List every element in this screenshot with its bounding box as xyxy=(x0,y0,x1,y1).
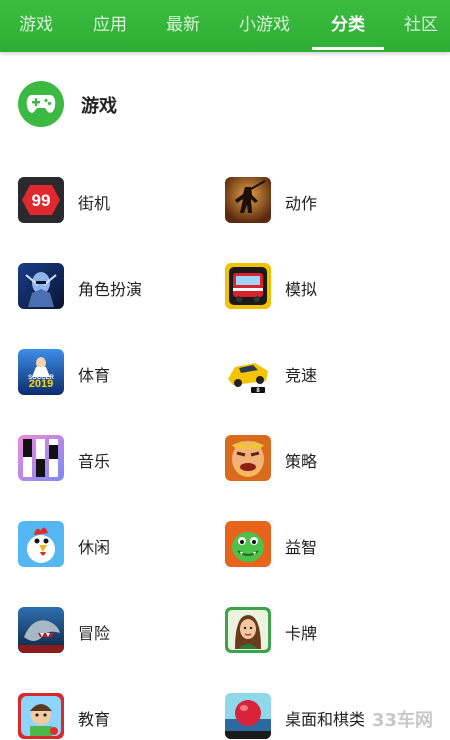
category-education[interactable]: 教育 xyxy=(18,693,218,740)
tab-categories[interactable]: 分类 xyxy=(331,0,365,52)
site-watermark: 33车网 xyxy=(372,710,434,731)
cards-lady-icon xyxy=(225,607,271,653)
category-label: 桌面和棋类 xyxy=(285,710,366,729)
tab-apps[interactable]: 应用 xyxy=(93,0,127,52)
music-piano-tiles-icon xyxy=(18,435,64,481)
category-label: 卡牌 xyxy=(285,624,318,643)
category-action[interactable]: 动作 xyxy=(225,177,425,225)
active-tab-indicator xyxy=(312,47,384,50)
category-label: 休闲 xyxy=(78,538,111,557)
sports-soccer-2019-icon: 2019 SOCCER xyxy=(18,349,64,395)
category-label: 角色扮演 xyxy=(78,280,143,299)
category-label: 体育 xyxy=(78,366,111,385)
category-music[interactable]: 音乐 xyxy=(18,435,218,483)
category-rpg[interactable]: 角色扮演 xyxy=(18,263,218,311)
category-strategy[interactable]: 策略 xyxy=(225,435,425,483)
category-label: 益智 xyxy=(285,538,318,557)
category-cards[interactable]: 卡牌 xyxy=(225,607,425,655)
racing-car-icon: 8 xyxy=(225,349,271,395)
category-arcade[interactable]: 99 街机 xyxy=(18,177,218,225)
category-label: 模拟 xyxy=(285,280,318,299)
svg-text:SOCCER: SOCCER xyxy=(28,375,54,381)
category-racing[interactable]: 8 竞速 xyxy=(225,349,425,397)
category-label: 策略 xyxy=(285,452,318,471)
category-simulation[interactable]: 模拟 xyxy=(225,263,425,311)
tab-latest[interactable]: 最新 xyxy=(166,0,200,52)
arcade-99-icon: 99 xyxy=(18,177,64,223)
simulation-bus-icon xyxy=(225,263,271,309)
category-puzzle[interactable]: 益智 xyxy=(225,521,425,569)
category-label: 冒险 xyxy=(78,624,111,643)
category-adventure[interactable]: 冒险 xyxy=(18,607,218,655)
category-casual[interactable]: 休闲 xyxy=(18,521,218,569)
category-label: 街机 xyxy=(78,194,111,213)
action-shadow-fighter-icon xyxy=(225,177,271,223)
category-label: 动作 xyxy=(285,194,318,213)
adventure-shark-icon xyxy=(18,607,64,653)
category-label: 教育 xyxy=(78,710,111,729)
tab-mini-games[interactable]: 小游戏 xyxy=(239,0,290,52)
board-red-ball-icon xyxy=(225,693,271,739)
top-tab-bar: 游戏 应用 最新 小游戏 分类 社区 xyxy=(0,0,450,52)
education-kid-icon xyxy=(18,693,64,739)
category-sports[interactable]: 2019 SOCCER 体育 xyxy=(18,349,218,397)
tab-games[interactable]: 游戏 xyxy=(19,0,53,52)
casual-rooster-icon xyxy=(18,521,64,567)
category-label: 竞速 xyxy=(285,366,318,385)
strategy-barbarian-icon xyxy=(225,435,271,481)
category-label: 音乐 xyxy=(78,452,111,471)
section-title: 游戏 xyxy=(81,96,117,117)
rpg-armored-hero-icon xyxy=(18,263,64,309)
gamepad-icon xyxy=(18,81,64,127)
svg-text:99: 99 xyxy=(32,191,51,210)
tab-community[interactable]: 社区 xyxy=(404,0,438,52)
puzzle-green-dino-icon xyxy=(225,521,271,567)
category-page: 游戏 应用 最新 小游戏 分类 社区 游戏 99 街机 动作 角色扮演 模拟 2… xyxy=(0,0,450,740)
